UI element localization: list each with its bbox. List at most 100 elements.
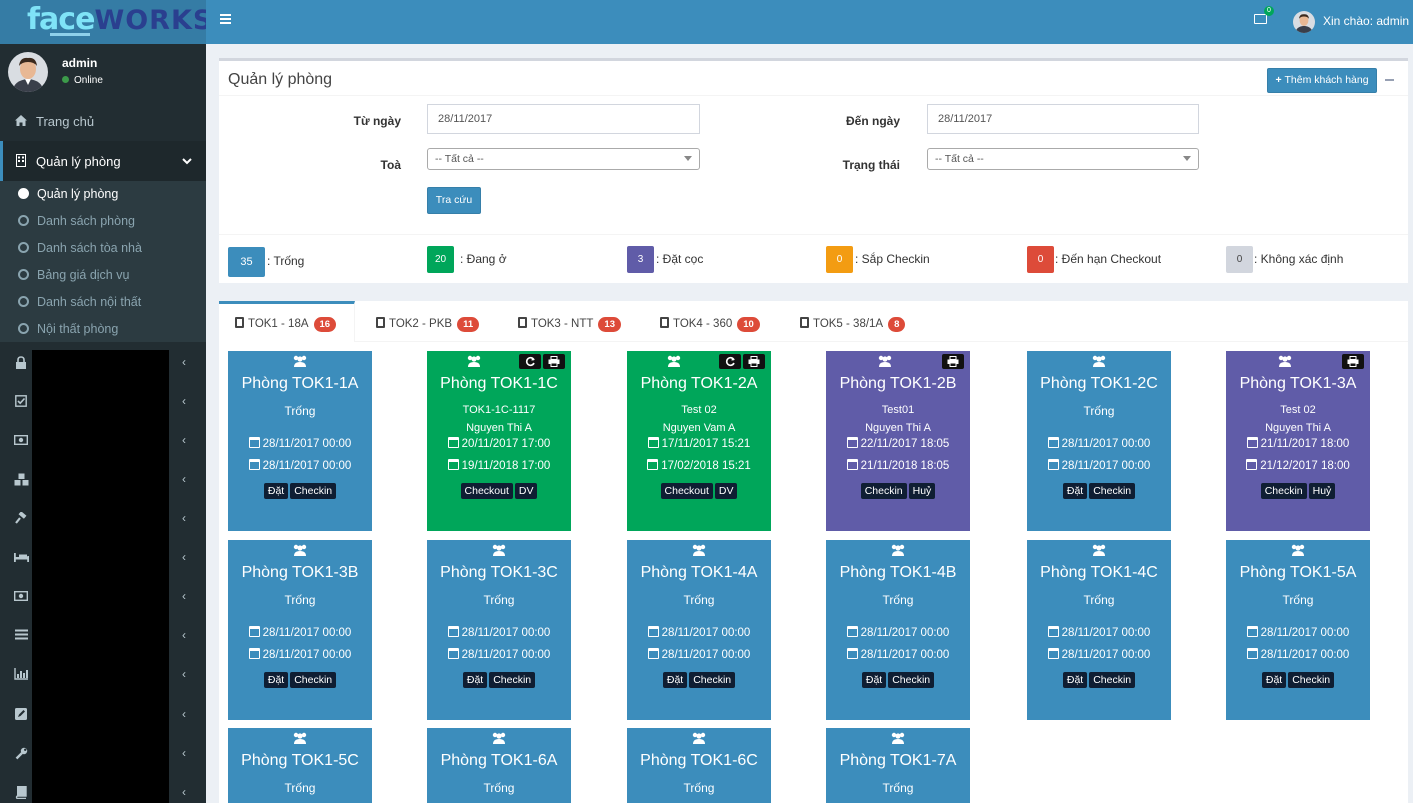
calendar-times-icon [248,648,260,659]
checkout-button[interactable]: Checkout [460,483,513,499]
room-card-tok1-1c[interactable]: Phòng TOK1-1C TOK1-1C-1117 Nguyen Thi A … [427,351,571,531]
chevron-left-icon: ‹ [182,394,186,408]
legend-count-due-checkout: 0 [1027,246,1054,273]
contract-code: Test01 [881,404,915,416]
checkin-button[interactable]: Checkin [1089,672,1136,688]
add-customer-button[interactable]: + Thêm khách hàng [1267,68,1377,93]
room-card-tok1-2a[interactable]: Phòng TOK1-2A Test 02 Nguyen Vam A 17/11… [627,351,771,531]
guest-name: Nguyen Vam A [662,422,736,434]
refresh-icon[interactable] [519,354,541,369]
checkin-button[interactable]: Checkin [1089,483,1136,499]
legend-label-occupied: : Đang ở [460,252,507,266]
room-name: Phòng TOK1-5C [241,752,359,769]
book-button[interactable]: Đặt [1261,672,1287,688]
building-select[interactable]: -- Tất cả -- [427,148,700,170]
print-icon[interactable] [1342,354,1364,369]
tab-tok2[interactable]: TOK2 - PKB 11 [376,301,480,342]
divider [219,234,1408,235]
room-card-tok1-3c[interactable]: Phòng TOK1-3C Trống 28/11/2017 00:00 28/… [427,540,571,720]
guest-name: Nguyen Thi A [865,422,931,434]
room-card-tok1-3a[interactable]: Phòng TOK1-3A Test 02 Nguyen Thi A 21/11… [1226,351,1370,531]
room-card-tok1-2c[interactable]: Phòng TOK1-2C Trống 28/11/2017 00:00 28/… [1027,351,1171,531]
search-button[interactable]: Tra cứu [427,187,481,214]
checkin-date: 22/11/2017 18:05 [826,437,970,450]
money-icon [13,434,29,448]
checkin-button[interactable]: Checkin [860,483,907,499]
room-status: Trống [284,781,316,795]
room-card-tok1-4c[interactable]: Phòng TOK1-4C Trống 28/11/2017 00:00 28/… [1027,540,1171,720]
users-icon [877,355,893,367]
legend-count-occupied: 20 [427,246,454,273]
legend-label-due-checkout: : Đến hạn Checkout [1055,252,1162,266]
sub-item-service-price[interactable]: Bảng giá dịch vụ [18,268,129,282]
user-panel: admin Online [0,44,206,100]
sub-item-room-furniture[interactable]: Nội thất phòng [18,322,118,336]
menu-toggle-icon[interactable] [220,14,231,24]
book-button[interactable]: Đặt [1062,483,1088,499]
sub-item-room-management[interactable]: Quản lý phòng [18,187,118,201]
building-icon [660,317,669,328]
avatar[interactable] [1293,11,1315,33]
money-icon [13,590,29,604]
sidebar-item-home[interactable]: Trang chủ [0,114,206,131]
room-name: Phòng TOK1-3C [440,564,558,581]
cancel-button[interactable]: Huỷ [908,483,936,499]
chevron-left-icon: ‹ [182,355,186,369]
refresh-icon[interactable] [719,354,741,369]
status-select[interactable]: -- Tất cả -- [927,148,1199,170]
tab-tok1[interactable]: TOK1 - 18A 16 [219,301,355,342]
service-button[interactable]: DV [514,483,538,499]
tab-tok4[interactable]: TOK4 - 360 10 [660,301,760,342]
mail-icon[interactable] [1254,14,1267,24]
minimize-icon[interactable] [1385,79,1394,81]
sub-item-building-list[interactable]: Danh sách tòa nhà [18,241,142,255]
room-card-tok1-6a[interactable]: Phòng TOK1-6A Trống [427,728,571,803]
cancel-button[interactable]: Huỷ [1308,483,1336,499]
checkin-button[interactable]: Checkin [888,672,935,688]
contract-code: Test 02 [1280,404,1316,416]
book-button[interactable]: Đặt [462,672,488,688]
book-button[interactable]: Đặt [263,483,289,499]
logo[interactable]: faceWORKS [0,0,206,44]
checkout-button[interactable]: Checkout [660,483,713,499]
checkin-button[interactable]: Checkin [489,672,536,688]
checkin-button[interactable]: Checkin [290,483,337,499]
book-button[interactable]: Đặt [263,672,289,688]
room-card-tok1-5c[interactable]: Phòng TOK1-5C Trống [228,728,372,803]
from-date-input[interactable]: 28/11/2017 [427,104,700,134]
print-icon[interactable] [543,354,565,369]
to-date-input[interactable]: 28/11/2017 [927,104,1199,134]
room-name: Phòng TOK1-4B [839,564,957,581]
room-card-tok1-3b[interactable]: Phòng TOK1-3B Trống 28/11/2017 00:00 28/… [228,540,372,720]
book-button[interactable]: Đặt [861,672,887,688]
room-name: Phòng TOK1-3A [1239,375,1357,392]
sub-item-room-list[interactable]: Danh sách phòng [18,214,135,228]
user-greeting[interactable]: Xin chào: admin [1323,14,1409,28]
sub-item-furniture-list[interactable]: Danh sách nội thất [18,295,141,309]
room-card-tok1-1a[interactable]: Phòng TOK1-1A Trống 28/11/2017 00:00 28/… [228,351,372,531]
room-card-tok1-2b[interactable]: Phòng TOK1-2B Test01 Nguyen Thi A 22/11/… [826,351,970,531]
user-name: admin [62,56,98,70]
room-card-tok1-7a[interactable]: Phòng TOK1-7A Trống [826,728,970,803]
legend-label-empty: : Trống [267,254,305,268]
sidebar-item-room-management[interactable]: Quản lý phòng [0,141,206,181]
room-card-tok1-5a[interactable]: Phòng TOK1-5A Trống 28/11/2017 00:00 28/… [1226,540,1370,720]
checkin-button[interactable]: Checkin [1288,672,1335,688]
book-button[interactable]: Đặt [1062,672,1088,688]
book-button[interactable]: Đặt [662,672,688,688]
tab-tok5[interactable]: TOK5 - 38/1A 8 [800,301,906,342]
checkin-button[interactable]: Checkin [1260,483,1307,499]
room-card-tok1-4b[interactable]: Phòng TOK1-4B Trống 28/11/2017 00:00 28/… [826,540,970,720]
room-name: Phòng TOK1-4A [640,564,758,581]
print-icon[interactable] [743,354,765,369]
calendar-check-icon [447,437,459,448]
print-icon[interactable] [942,354,964,369]
service-button[interactable]: DV [714,483,738,499]
tab-tok3[interactable]: TOK3 - NTT 13 [518,301,621,342]
room-card-tok1-6c[interactable]: Phòng TOK1-6C Trống [627,728,771,803]
checkin-button[interactable]: Checkin [290,672,337,688]
users-icon [491,732,507,744]
room-card-tok1-4a[interactable]: Phòng TOK1-4A Trống 28/11/2017 00:00 28/… [627,540,771,720]
redacted-area [32,350,169,803]
checkin-button[interactable]: Checkin [689,672,736,688]
